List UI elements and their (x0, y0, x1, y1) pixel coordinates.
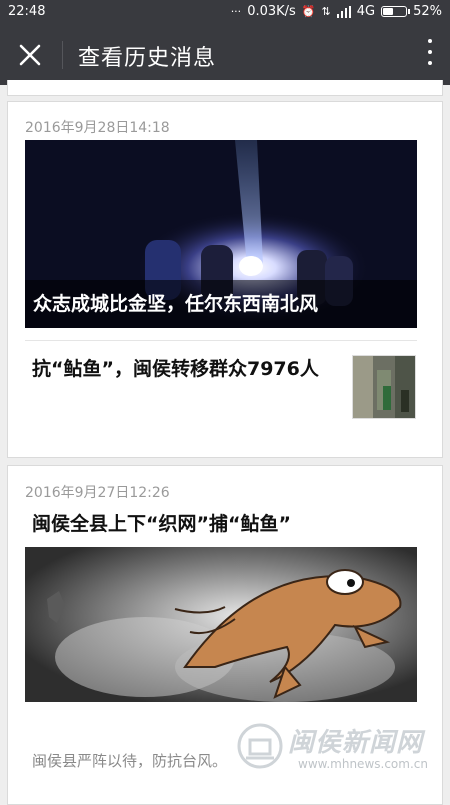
status-bar: 22:48 ··· 0.03K/s ⏰ ⇅ 4G 52% (0, 0, 450, 25)
page-title: 查看历史消息 (78, 46, 217, 71)
status-time: 22:48 (8, 4, 46, 19)
more-button[interactable] (424, 39, 436, 71)
signal-icon (336, 5, 351, 18)
close-button[interactable] (12, 37, 48, 73)
network-speed: 0.03K/s (247, 4, 296, 19)
thumbnail-image (353, 356, 415, 418)
close-icon (19, 44, 41, 66)
network-type: 4G (356, 4, 376, 19)
article-cover-image (25, 547, 417, 702)
battery-fill (383, 8, 394, 15)
watermark-text: 闽侯新闻网 (288, 728, 424, 758)
article-title[interactable]: 闽侯全县上下“织网”捕“鲇鱼” (32, 509, 291, 536)
watermark: 闽侯新闻网 www.mhnews.com.cn (236, 720, 446, 776)
nav-divider (62, 41, 63, 69)
cover-article[interactable]: 众志成城比金坚，任尔东西南北风 (25, 140, 417, 328)
watermark-url: www.mhnews.com.cn (298, 757, 428, 771)
message-card-previous[interactable] (7, 80, 443, 96)
nav-bar: 查看历史消息 (0, 25, 450, 85)
sub-article-thumbnail[interactable] (352, 355, 416, 419)
data-arrows-icon: ⇅ (321, 5, 331, 18)
watermark-logo (237, 723, 283, 769)
battery-percent: 52% (413, 4, 442, 19)
message-date: 2016年9月27日12:26 (25, 485, 170, 501)
sub-article-title[interactable]: 抗“鲇鱼”，闽侯转移群众7976人 (32, 352, 332, 386)
battery-icon (381, 6, 411, 17)
status-icons: ··· 0.03K/s ⏰ ⇅ 4G 52% (231, 4, 442, 19)
cover-caption: 众志成城比金坚，任尔东西南北风 (25, 280, 417, 328)
article-summary: 闽侯县严阵以待，防抗台风。 (32, 752, 228, 770)
item-divider (25, 340, 417, 341)
more-vertical-icon (428, 39, 432, 65)
dots-icon: ··· (230, 5, 242, 18)
message-date: 2016年9月28日14:18 (25, 120, 170, 136)
article-cover[interactable] (25, 547, 417, 702)
alarm-icon: ⏰ (301, 5, 316, 18)
